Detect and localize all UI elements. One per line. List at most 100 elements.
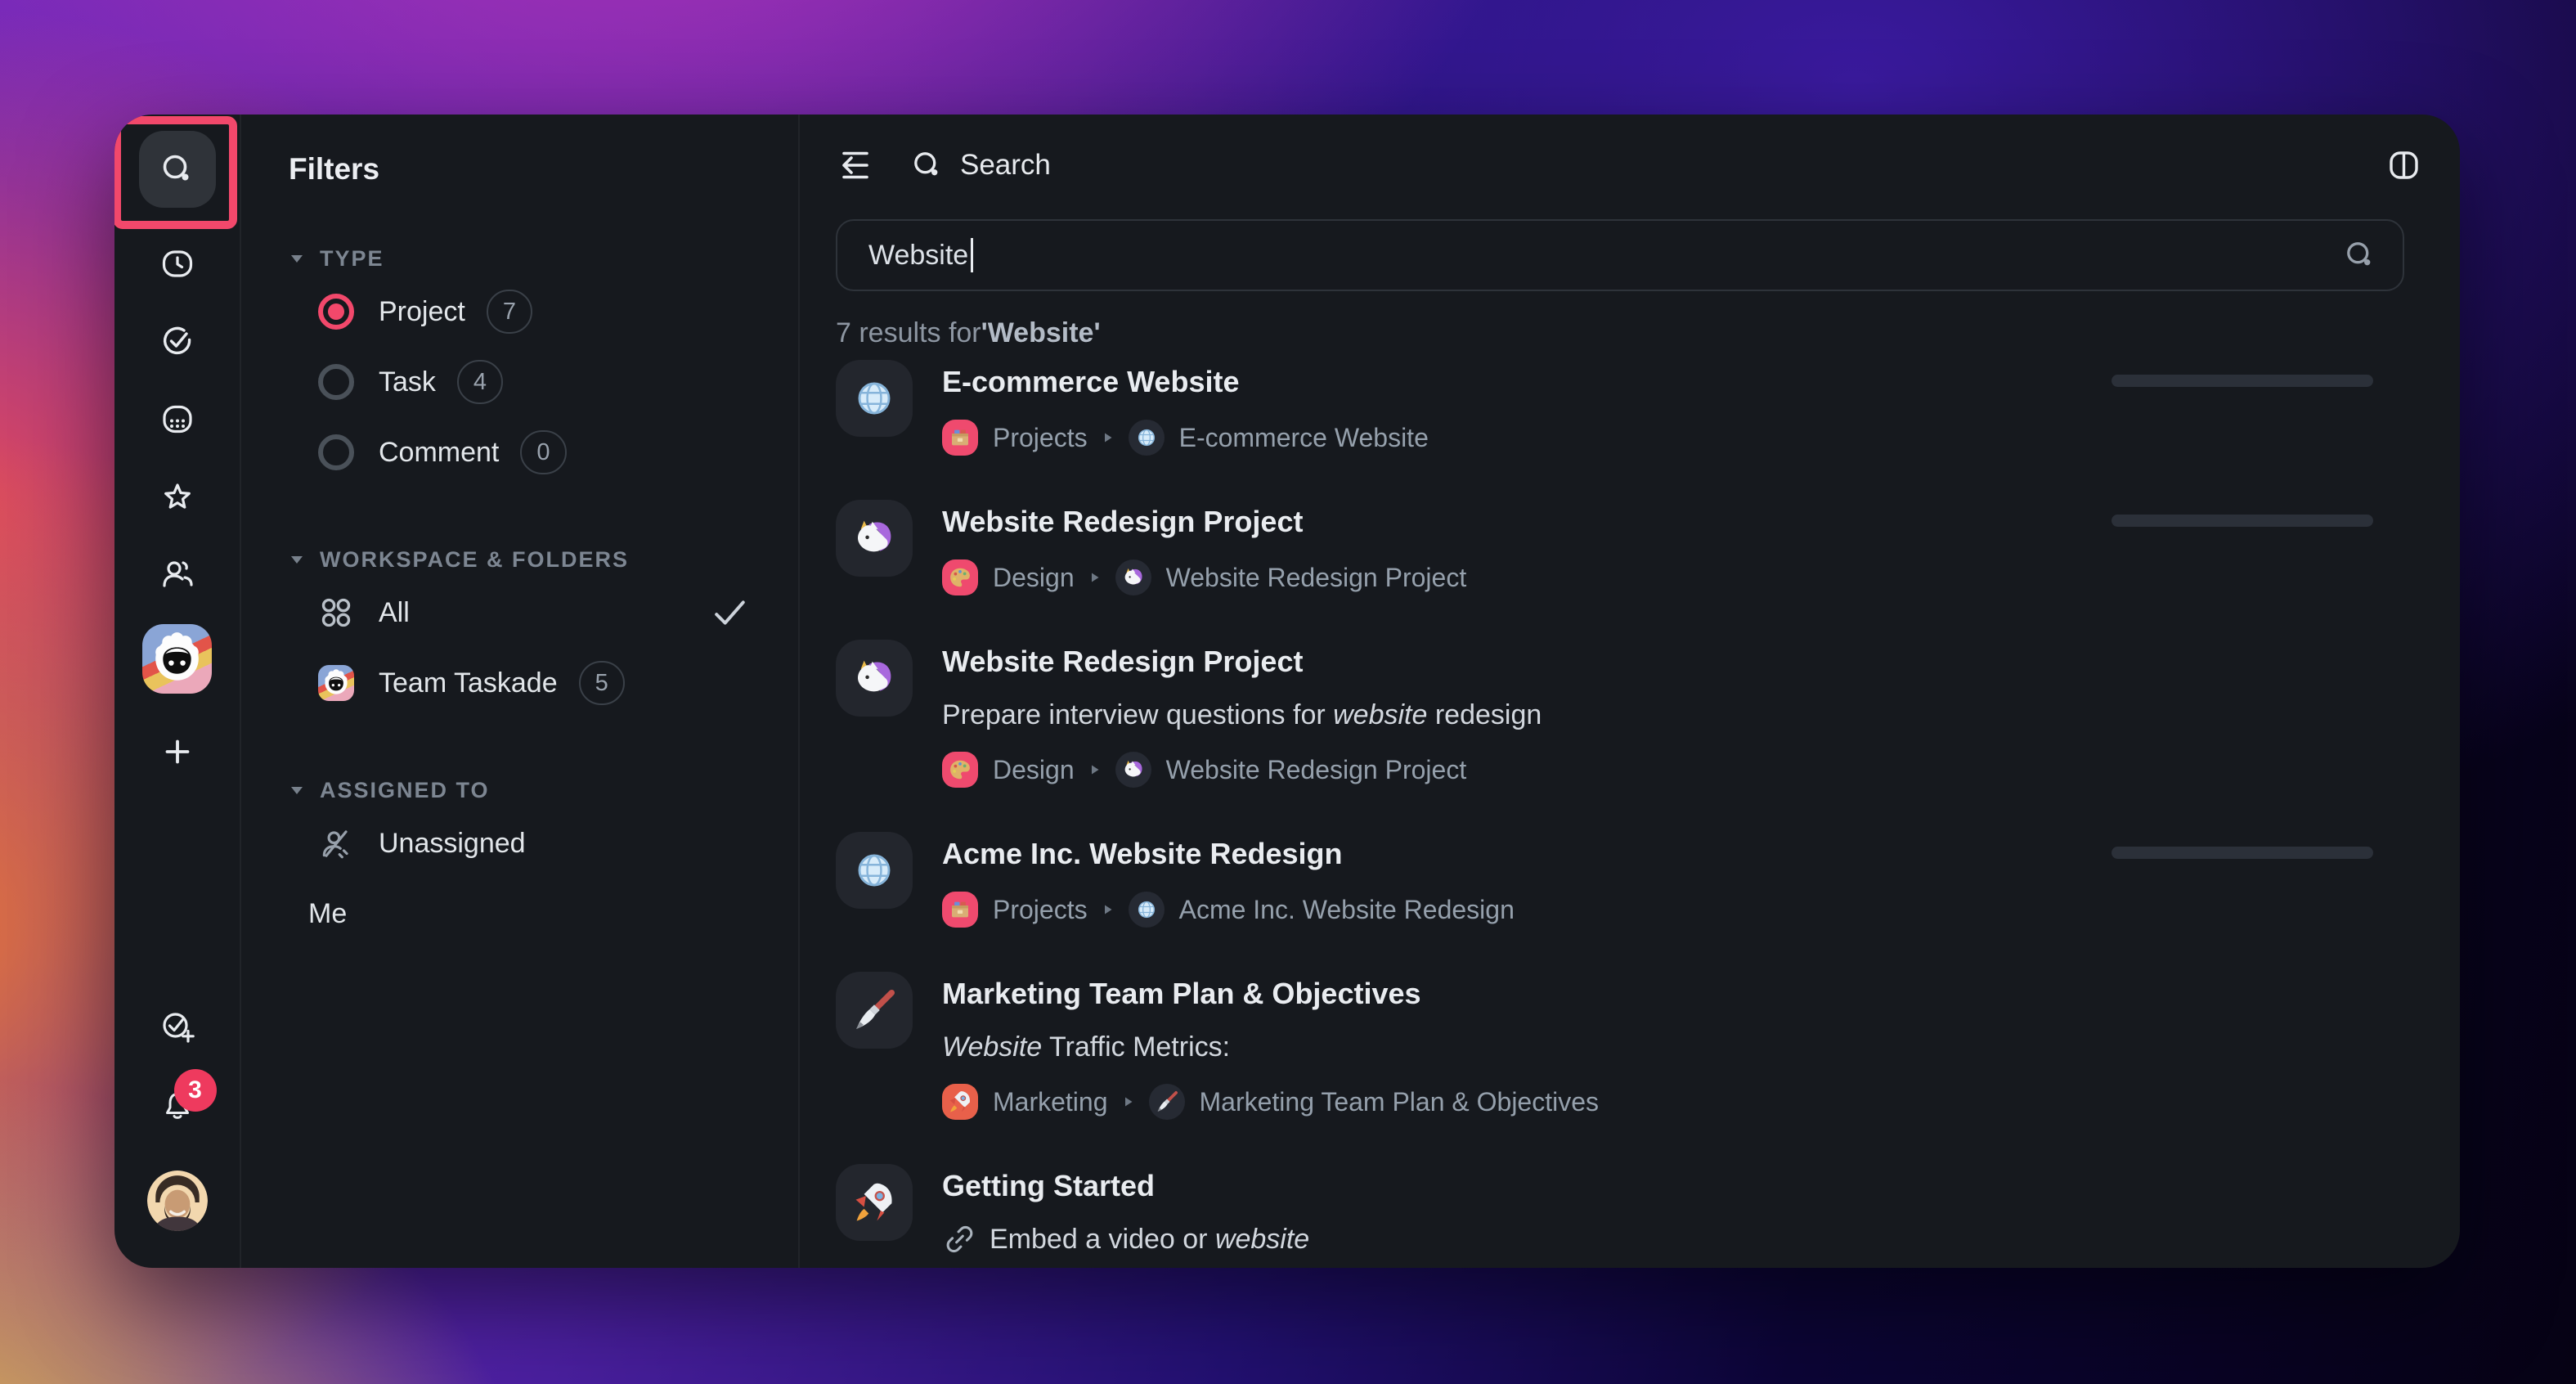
project-tile: [836, 640, 913, 717]
search-result-row[interactable]: E-commerce Website Projects E-commerce W…: [836, 360, 2424, 456]
star-icon[interactable]: [158, 477, 197, 516]
globe-icon: [1138, 429, 1155, 447]
search-input[interactable]: Website: [836, 219, 2404, 291]
filter-option-unassigned[interactable]: Unassigned: [289, 808, 798, 878]
breadcrumb-project[interactable]: Website Redesign Project: [1166, 563, 1467, 593]
project-tile: [836, 1164, 913, 1241]
search-icon[interactable]: [2342, 237, 2378, 273]
breadcrumb-folder[interactable]: Design: [993, 563, 1075, 593]
count-badge: 5: [578, 661, 625, 705]
filter-label: Task: [379, 366, 436, 398]
sidebar-search-button[interactable]: [138, 131, 216, 208]
search-icon: [163, 155, 190, 182]
radio-icon[interactable]: [318, 434, 354, 470]
folder-chip[interactable]: [942, 420, 978, 456]
card-box-icon: [952, 429, 968, 446]
chevron-right-icon: [1091, 573, 1099, 582]
filter-label: Unassigned: [379, 827, 526, 859]
unicorn-icon: [858, 660, 891, 692]
search-result-row[interactable]: Acme Inc. Website Redesign Projects Acme…: [836, 832, 2424, 928]
count-badge: 0: [520, 430, 567, 474]
result-title[interactable]: Website Redesign Project: [942, 643, 2424, 681]
result-snippet: Prepare interview questions for website …: [942, 699, 1542, 730]
search-result-row[interactable]: Website Redesign Project Design Website …: [836, 500, 2424, 596]
search-input-value: Website: [868, 239, 969, 271]
breadcrumb: Projects Acme Inc. Website Redesign: [942, 891, 2424, 928]
add-workspace-icon[interactable]: [158, 732, 197, 771]
new-task-icon[interactable]: [158, 1008, 197, 1047]
collapse-sidebar-icon[interactable]: [836, 146, 875, 185]
contacts-icon[interactable]: [158, 555, 197, 594]
breadcrumb-folder[interactable]: Projects: [993, 895, 1088, 925]
result-title[interactable]: Marketing Team Plan & Objectives: [942, 975, 2424, 1013]
section-header-assigned[interactable]: ASSIGNED TO: [289, 772, 798, 808]
chevron-right-icon: [1091, 765, 1099, 775]
result-snippet: Website Traffic Metrics:: [942, 1031, 1231, 1063]
filter-option-me[interactable]: Me: [289, 878, 798, 949]
user-avatar[interactable]: [146, 1171, 208, 1231]
results-query-text: 'Website': [981, 317, 1101, 348]
folder-chip[interactable]: [942, 892, 978, 928]
results-summary: 7 results for'Website': [836, 315, 2424, 351]
breadcrumb-project[interactable]: Website Redesign Project: [1166, 755, 1467, 785]
breadcrumb-folder[interactable]: Projects: [993, 423, 1088, 453]
filter-option-team-taskade[interactable]: Team Taskade 5: [289, 648, 798, 718]
card-box-icon: [952, 901, 968, 918]
search-result-row[interactable]: Getting Started Embed a video or website: [836, 1164, 2424, 1260]
sheep-logo-icon: [155, 632, 199, 681]
project-chip[interactable]: [1128, 892, 1165, 928]
section-header-type[interactable]: TYPE: [289, 240, 798, 276]
filter-label: All: [379, 596, 410, 628]
chevron-right-icon: [1104, 905, 1112, 914]
project-chip[interactable]: [1148, 1084, 1185, 1120]
chevron-down-icon: [291, 556, 303, 564]
app-window: 3 Filters TYPE Project 7 Task 4 Comment …: [114, 115, 2460, 1268]
folder-chip[interactable]: [942, 752, 978, 788]
breadcrumb-folder[interactable]: Design: [993, 755, 1075, 785]
palette-icon: [950, 760, 970, 780]
folder-chip[interactable]: [942, 1084, 978, 1120]
workspace-sidebar: 3: [114, 115, 241, 1268]
check-icon: [715, 600, 745, 625]
project-tile: [836, 972, 913, 1049]
search-result-row[interactable]: Marketing Team Plan & Objectives Website…: [836, 972, 2424, 1121]
panel-toggle-icon[interactable]: [2385, 146, 2424, 185]
filter-option-task[interactable]: Task 4: [289, 347, 798, 417]
project-chip[interactable]: [1128, 420, 1165, 456]
folder-chip[interactable]: [942, 559, 978, 595]
filter-label: Me: [308, 897, 348, 929]
breadcrumb-folder[interactable]: Marketing: [993, 1087, 1108, 1117]
unicorn-icon: [1124, 760, 1142, 777]
breadcrumb-project[interactable]: E-commerce Website: [1179, 423, 1429, 453]
team-avatar[interactable]: [142, 624, 212, 694]
filters-title: Filters: [289, 152, 380, 186]
section-header-workspace[interactable]: WORKSPACE & FOLDERS: [289, 541, 798, 577]
clock-icon[interactable]: [158, 244, 197, 283]
breadcrumb-project[interactable]: Acme Inc. Website Redesign: [1179, 895, 1515, 925]
unassigned-person-icon: [322, 830, 348, 859]
notifications-button[interactable]: 3: [158, 1069, 217, 1125]
my-tasks-check-icon[interactable]: [158, 321, 197, 361]
chevron-down-icon: [291, 787, 303, 794]
section-label: TYPE: [320, 245, 384, 271]
filter-option-project[interactable]: Project 7: [289, 276, 798, 347]
filter-label: Project: [379, 295, 465, 327]
project-tile: [836, 500, 913, 577]
result-title[interactable]: Getting Started: [942, 1167, 2424, 1205]
project-chip[interactable]: [1115, 559, 1151, 595]
breadcrumb-project[interactable]: Marketing Team Plan & Objectives: [1200, 1087, 1600, 1117]
filter-label: Comment: [379, 436, 500, 468]
palette-icon: [950, 568, 970, 587]
globe-icon: [858, 382, 891, 415]
radio-selected-icon[interactable]: [318, 294, 354, 330]
filter-option-all[interactable]: All: [289, 577, 798, 648]
radio-icon[interactable]: [318, 364, 354, 400]
search-icon: [914, 152, 940, 177]
count-badge: 7: [486, 290, 532, 334]
chevron-right-icon: [1124, 1097, 1132, 1107]
project-chip[interactable]: [1115, 752, 1151, 788]
search-view: Search Website 7 results for'Website' E-…: [800, 115, 2460, 1268]
filter-option-comment[interactable]: Comment 0: [289, 417, 798, 488]
search-result-row[interactable]: Website Redesign Project Prepare intervi…: [836, 640, 2424, 789]
calendar-icon[interactable]: [158, 399, 197, 438]
